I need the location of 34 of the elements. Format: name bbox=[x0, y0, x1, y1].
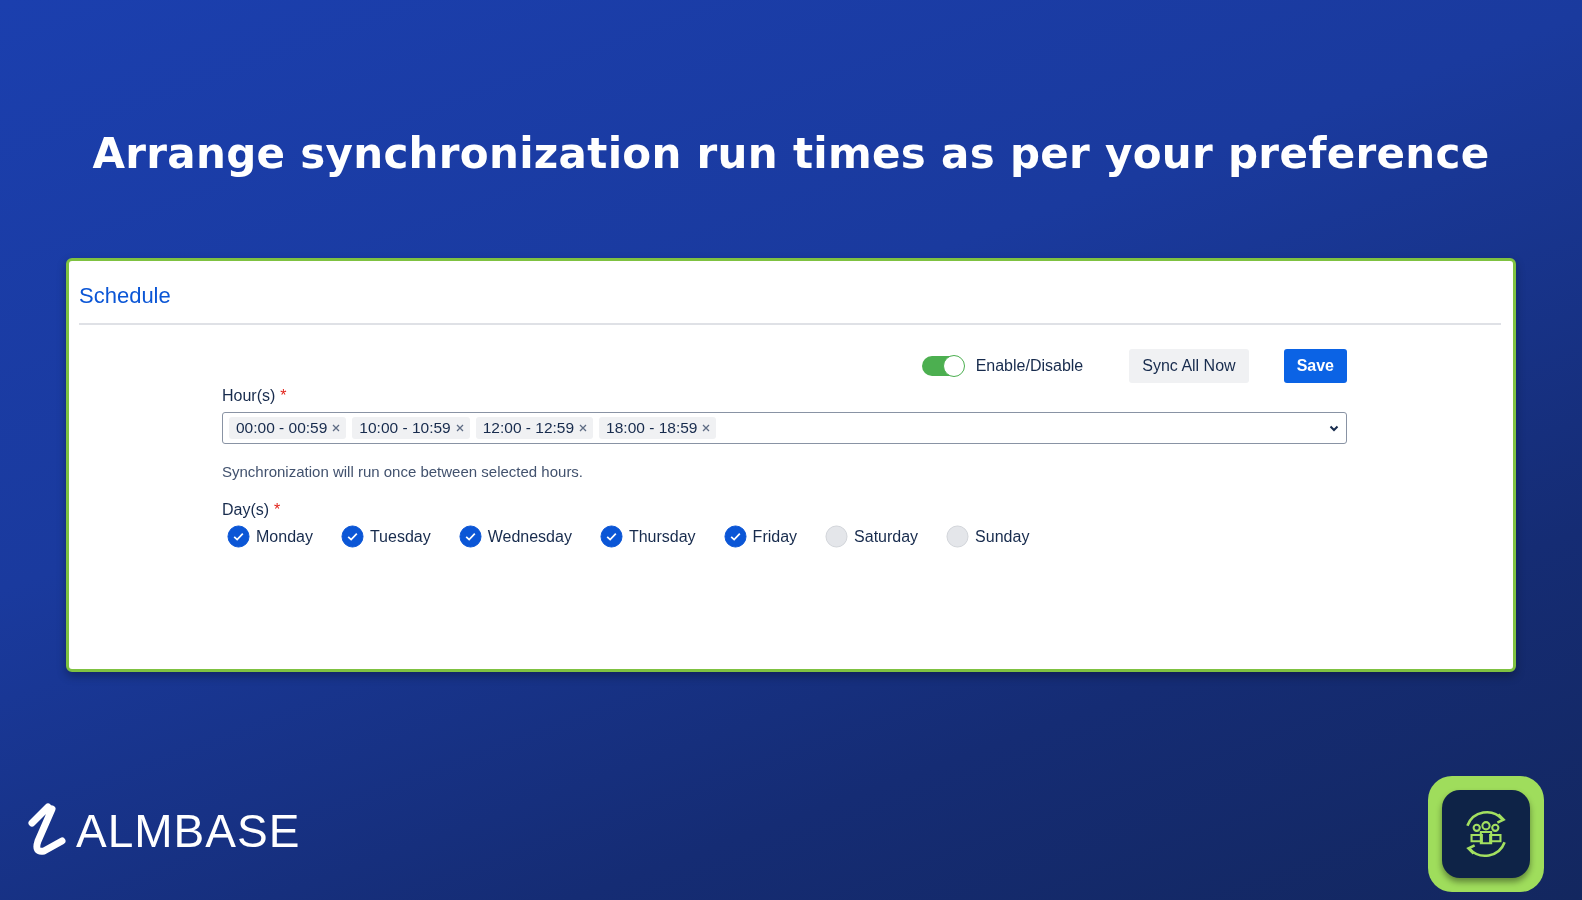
checkbox[interactable] bbox=[458, 525, 482, 548]
day-label: Sunday bbox=[975, 527, 1030, 546]
hours-select[interactable]: 00:00 - 00:59 10:00 - 10:59 12:00 - 12:59 18:00 - 18:59 bbox=[222, 412, 1347, 444]
remove-icon[interactable] bbox=[701, 423, 712, 433]
brand-logo: ALMBASE bbox=[76, 804, 301, 858]
field-label: Day(s) bbox=[222, 501, 270, 518]
checkbox[interactable] bbox=[599, 525, 623, 548]
headline: Arrange synchronization run times as per your preference bbox=[91, 128, 1491, 180]
toggle-label: Enable/Disable bbox=[975, 357, 1084, 375]
remove-icon[interactable] bbox=[454, 423, 465, 433]
toggle-switch[interactable] bbox=[921, 356, 964, 376]
day-label: Wednesday bbox=[487, 527, 572, 546]
day-label: Monday bbox=[256, 527, 313, 546]
hour-tag: 00:00 - 00:59 bbox=[229, 417, 347, 439]
required-mark: * bbox=[280, 387, 287, 404]
hour-tag: 10:00 - 10:59 bbox=[352, 417, 470, 439]
checkbox[interactable] bbox=[723, 525, 747, 548]
day-label: Saturday bbox=[854, 527, 919, 546]
remove-icon[interactable] bbox=[331, 423, 342, 433]
sync-button[interactable]: Sync All Now bbox=[1129, 349, 1249, 383]
hour-tag: 18:00 - 18:59 bbox=[599, 417, 717, 439]
panel-title: Schedule bbox=[79, 283, 1501, 325]
field-label: Hour(s) bbox=[222, 387, 276, 404]
remove-icon[interactable] bbox=[578, 423, 589, 433]
hour-tag: 12:00 - 12:59 bbox=[475, 417, 594, 439]
day-label: Thursday bbox=[628, 527, 696, 546]
required-mark: * bbox=[274, 501, 281, 518]
day-label: Friday bbox=[752, 527, 798, 546]
save-button[interactable]: Save bbox=[1283, 349, 1347, 383]
help-text: Synchronization will run once between selected hours. bbox=[222, 463, 585, 480]
checkbox[interactable] bbox=[227, 525, 250, 548]
checkbox[interactable] bbox=[340, 525, 364, 548]
day-label: Tuesday bbox=[369, 527, 431, 546]
app-icon bbox=[1428, 776, 1544, 892]
